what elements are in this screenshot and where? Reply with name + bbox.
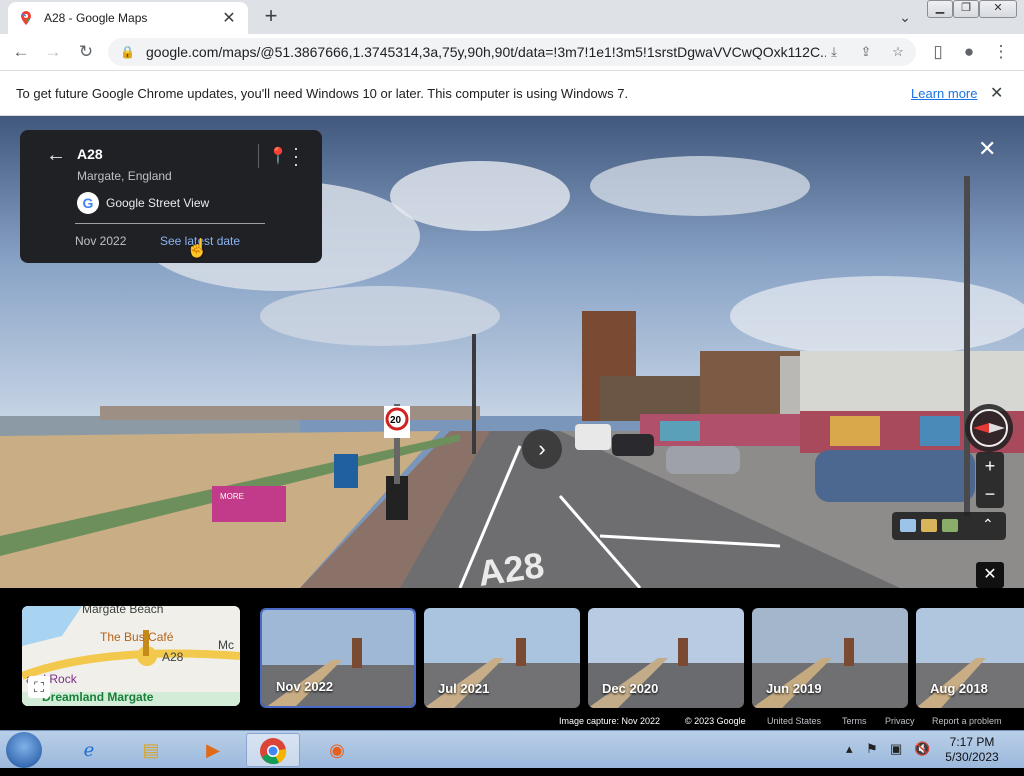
hand-cursor-icon: ☝: [186, 238, 209, 258]
thumb-date: Aug 2018: [930, 681, 988, 696]
file-explorer-icon[interactable]: ▤: [124, 733, 178, 767]
zoom-in-button[interactable]: +: [976, 452, 1004, 480]
mini-map[interactable]: Margate Beach The Bus Café A28 Mc Dreaml…: [22, 606, 240, 706]
copyright-text: © 2023 Google: [685, 716, 746, 726]
side-panel-icon[interactable]: ▯: [925, 39, 951, 65]
reload-button[interactable]: ↻: [73, 39, 99, 65]
update-infobar: To get future Google Chrome updates, you…: [0, 70, 1024, 116]
layers-control[interactable]: ⌃: [892, 512, 1006, 540]
map-pin-icon[interactable]: 📍: [268, 146, 288, 166]
close-street-view-icon[interactable]: ✕: [978, 136, 996, 162]
install-icon[interactable]: ⤓: [824, 43, 844, 61]
tab-search-button[interactable]: ⌄: [894, 6, 916, 28]
timeline-thumb[interactable]: Nov 2022: [260, 608, 416, 708]
google-maps-icon: [21, 11, 31, 25]
lock-icon: 🔒: [120, 45, 135, 59]
report-problem-link[interactable]: Report a problem: [932, 716, 1002, 726]
browser-tab[interactable]: A28 - Google Maps ✕: [8, 2, 248, 34]
card-separator: [75, 223, 265, 224]
back-button[interactable]: ←: [8, 39, 34, 65]
speed-sign-text: 20: [390, 415, 402, 426]
chevron-up-icon[interactable]: ⌃: [982, 516, 994, 533]
country-link[interactable]: United States: [767, 716, 821, 726]
action-center-flag-icon[interactable]: ⚑: [866, 741, 878, 757]
close-window-button[interactable]: ✕: [979, 0, 1017, 18]
minimize-button[interactable]: ▁: [927, 0, 953, 18]
location-card: ← A28 Margate, England 📍 · · · G Google St…: [20, 130, 322, 263]
map-label-mc: Mc: [218, 638, 234, 652]
expand-map-icon[interactable]: ⛶: [28, 676, 50, 698]
tab-title: A28 - Google Maps: [44, 11, 148, 25]
browser-toolbar: ← → ↻ 🔒 google.com/maps/@51.3867666,1.37…: [0, 34, 1024, 70]
privacy-link[interactable]: Privacy: [885, 716, 915, 726]
infobar-close-icon[interactable]: ✕: [990, 83, 1003, 103]
network-icon[interactable]: ▣: [890, 741, 902, 757]
card-divider: [258, 144, 259, 168]
url-text: google.com/maps/@51.3867666,1.3745314,3a…: [146, 44, 826, 60]
move-forward-arrow-icon[interactable]: ›: [522, 429, 562, 469]
media-player-icon[interactable]: ▶: [186, 733, 240, 767]
kiosk-sign-text: MORE: [220, 492, 244, 501]
back-arrow-icon[interactable]: ←: [46, 144, 66, 167]
new-tab-button[interactable]: +: [258, 4, 284, 30]
clock-time: 7:17 PM: [949, 735, 995, 749]
tab-close-icon[interactable]: ✕: [220, 8, 238, 28]
timeline-thumb[interactable]: Jul 2021: [424, 608, 580, 708]
layer-thumb-green-icon[interactable]: [942, 519, 958, 532]
profile-avatar[interactable]: ●: [956, 39, 982, 65]
timeline-strip: Margate Beach The Bus Café A28 Mc Dreaml…: [0, 588, 1024, 730]
location-title: A28: [77, 146, 103, 162]
map-label-beach: Margate Beach: [82, 606, 164, 616]
volume-muted-icon[interactable]: 🔇: [914, 741, 930, 757]
map-label-road: A28: [162, 650, 184, 664]
timeline-thumb[interactable]: Jun 2019: [752, 608, 908, 708]
infobar-message: To get future Google Chrome updates, you…: [16, 86, 629, 101]
tab-strip: A28 - Google Maps ✕ + ⌄ ▁ ❐ ✕: [0, 0, 1024, 34]
firefox-icon[interactable]: ◉: [310, 733, 364, 767]
bookmark-star-icon[interactable]: ☆: [888, 43, 908, 61]
timeline-thumb[interactable]: Dec 2020: [588, 608, 744, 708]
zoom-out-button[interactable]: −: [976, 480, 1004, 508]
layer-thumb-sky-icon[interactable]: [900, 519, 916, 532]
address-bar[interactable]: 🔒 google.com/maps/@51.3867666,1.3745314,…: [108, 38, 916, 66]
terms-link[interactable]: Terms: [842, 716, 867, 726]
thumb-date: Jun 2019: [766, 681, 822, 696]
show-hidden-icons-icon[interactable]: ▴: [846, 741, 853, 757]
google-logo-icon: G: [77, 192, 99, 214]
image-capture-text: Image capture: Nov 2022: [559, 716, 661, 726]
thumb-date: Nov 2022: [276, 679, 334, 694]
thumb-date: Jul 2021: [438, 681, 490, 696]
chrome-taskbar-icon[interactable]: [246, 733, 300, 767]
capture-date: Nov 2022: [75, 234, 127, 248]
learn-more-link[interactable]: Learn more: [911, 86, 977, 101]
map-label-cafe: The Bus Café: [100, 630, 174, 644]
timeline-thumb[interactable]: Aug 2018: [916, 608, 1024, 708]
location-subtitle: Margate, England: [77, 169, 172, 183]
street-view-panorama[interactable]: MORE 20 A28 ← A28 Margate, England 📍 · · ·…: [0, 116, 1024, 588]
system-clock[interactable]: 7:17 PM 5/30/2023: [932, 735, 1012, 765]
forward-button[interactable]: →: [40, 39, 66, 65]
layer-thumb-sand-icon[interactable]: [921, 519, 937, 532]
chrome-menu-icon[interactable]: ⋮: [988, 39, 1014, 65]
internet-explorer-icon[interactable]: ℯ: [62, 733, 116, 767]
clock-date: 5/30/2023: [945, 750, 999, 764]
share-icon[interactable]: ⇪: [856, 43, 876, 61]
close-timeline-icon[interactable]: ✕: [976, 562, 1004, 588]
restore-button[interactable]: ❐: [953, 0, 979, 18]
thumb-date: Dec 2020: [602, 681, 659, 696]
more-options-icon[interactable]: · · ·: [292, 139, 300, 173]
start-button[interactable]: [6, 732, 42, 768]
compass-icon[interactable]: [965, 404, 1013, 452]
windows-taskbar: ℯ ▤ ▶ ◉ ▴ ⚑ ▣ 🔇 7:17 PM 5/30/2023: [0, 730, 1024, 768]
map-label-dreamland: Dreamland Margate: [42, 690, 154, 704]
provider-label: Google Street View: [106, 196, 210, 210]
zoom-controls: + −: [976, 452, 1004, 508]
